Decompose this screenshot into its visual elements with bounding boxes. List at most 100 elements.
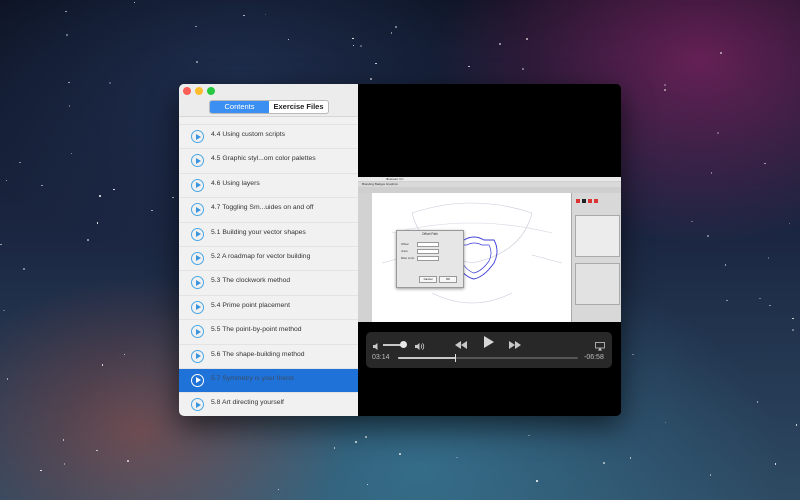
star [366, 483, 369, 485]
frame-dialog-field: Joins: [401, 249, 409, 253]
star [66, 34, 68, 36]
lesson-row[interactable]: 4.6 Using layers [179, 174, 358, 199]
close-window-button[interactable] [183, 87, 191, 95]
lesson-list: 4.4 Using custom scripts 4.5 Graphic styl… [179, 116, 358, 416]
rewind-icon[interactable] [454, 337, 468, 355]
lesson-row[interactable]: 4.4 Using custom scripts [179, 125, 358, 150]
star [62, 439, 65, 441]
scrubber-track[interactable] [398, 354, 578, 362]
lesson-row[interactable]: 5.7 Symmetry is your friend [179, 368, 358, 394]
play-circle-icon[interactable] [191, 300, 204, 314]
remaining-time: -06:58 [584, 354, 604, 361]
star [287, 38, 289, 41]
frame-dialog-ok: OK [439, 276, 457, 283]
volume-knob[interactable] [400, 341, 408, 348]
play-icon[interactable] [483, 335, 495, 354]
lesson-row[interactable]: 4.5 Graphic styl...om color palettes [179, 149, 358, 174]
star [792, 329, 794, 331]
star [333, 447, 336, 449]
star [390, 32, 393, 34]
zoom-window-button[interactable] [207, 87, 215, 95]
frame-toolbar [358, 193, 373, 322]
lesson-label: 4.6 Using layers [211, 179, 260, 187]
lesson-row[interactable]: 5.8 Art directing yourself [179, 393, 358, 416]
star [96, 449, 98, 451]
star [109, 82, 111, 84]
star [709, 474, 711, 476]
star [19, 161, 21, 164]
play-circle-icon[interactable] [191, 325, 204, 339]
star [133, 1, 136, 3]
star [23, 268, 25, 270]
video-frame: Illustrator CC Branding Badges Graphics … [358, 177, 621, 322]
star [526, 38, 528, 40]
star [196, 61, 198, 63]
lesson-row[interactable]: 5.3 The clockwork method [179, 271, 358, 296]
play-circle-icon[interactable] [191, 251, 204, 265]
star [664, 421, 667, 424]
star [70, 152, 73, 155]
star [724, 264, 727, 266]
lesson-label: 4.4 Using custom scripts [211, 131, 286, 138]
player-window: Contents Exercise Files 4.4 Using custom… [179, 84, 621, 416]
lesson-label: 5.6 The shape-building method [211, 350, 305, 358]
lesson-row[interactable]: 5.6 The shape-building method [179, 345, 358, 369]
star [710, 172, 713, 174]
play-circle-icon[interactable] [191, 178, 204, 192]
lesson-row[interactable]: 5.5 The point-by-point method [179, 320, 358, 345]
star [151, 209, 153, 212]
lesson-label: 5.7 Symmetry is your friend [211, 374, 294, 382]
window-titlebar: Contents Exercise Files [179, 84, 358, 117]
star [717, 132, 719, 134]
lesson-row[interactable]: 5.1 Building your vector shapes [179, 223, 358, 247]
video-area[interactable]: Illustrator CC Branding Badges Graphics … [358, 84, 621, 416]
frame-dialog-field: Miter Limit: [401, 256, 415, 260]
frame-dialog-cancel: Cancel [419, 276, 437, 283]
view-segmented-control: Contents Exercise Files [209, 100, 329, 114]
scrubber-playhead[interactable] [454, 354, 457, 362]
tab-contents[interactable]: Contents [210, 101, 269, 113]
star [456, 456, 458, 459]
frame-dialog: Offset Path Offset: Joins: Miter Limit: … [396, 230, 464, 288]
play-circle-icon[interactable] [191, 227, 204, 241]
play-circle-icon[interactable] [191, 276, 204, 290]
play-circle-icon[interactable] [191, 349, 204, 363]
play-circle-icon[interactable] [191, 398, 204, 412]
playback-controls: 03:14 -06:58 [366, 332, 612, 368]
star [707, 235, 709, 237]
star [395, 26, 397, 28]
star [370, 78, 372, 80]
star [603, 462, 605, 464]
lesson-label: 5.4 Prime point placement [211, 301, 290, 309]
star [41, 184, 43, 186]
lesson-row[interactable]: 5.4 Prime point placement [179, 296, 358, 321]
elapsed-time: 03:14 [372, 354, 390, 361]
lesson-row[interactable]: 5.2 A roadmap for vector building [179, 247, 358, 272]
lesson-row[interactable]: 4.7 Toggling Sm...uides on and off [179, 198, 358, 223]
star [172, 196, 174, 199]
star [795, 424, 798, 426]
frame-dialog-field: Offset: [401, 242, 410, 246]
play-circle-icon[interactable] [191, 373, 204, 387]
star [68, 105, 71, 107]
lesson-label: 5.5 The point-by-point method [211, 326, 302, 334]
fast-forward-icon[interactable] [508, 337, 522, 355]
volume-high-icon[interactable] [414, 338, 426, 356]
star [68, 81, 70, 84]
star [759, 297, 761, 300]
frame-dialog-title: Offset Path [422, 232, 438, 236]
star [522, 68, 524, 70]
tab-exercise-files[interactable]: Exercise Files [269, 101, 328, 113]
star [6, 378, 9, 380]
star [65, 10, 67, 12]
star [40, 469, 42, 472]
play-circle-icon[interactable] [191, 203, 204, 217]
star [468, 65, 470, 68]
star [113, 188, 115, 191]
play-circle-icon[interactable] [191, 130, 204, 143]
star [375, 62, 377, 65]
play-circle-icon[interactable] [191, 154, 204, 168]
star [96, 222, 99, 224]
minimize-window-button[interactable] [195, 87, 203, 95]
star [399, 453, 401, 455]
